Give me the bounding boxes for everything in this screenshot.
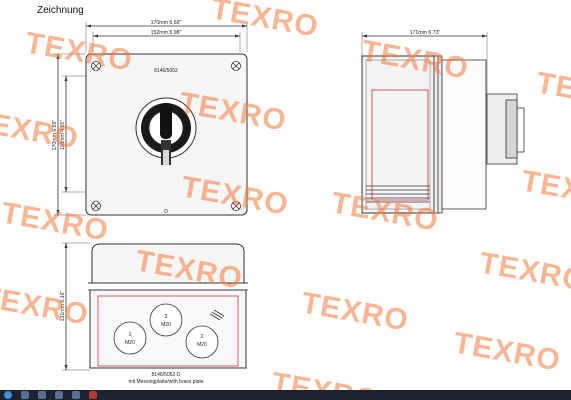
watermark: TEXRO [0,280,91,331]
watermark: TEXRO [209,0,321,44]
watermark: TEXRO [519,164,571,215]
dim-outer-width: 170mm 6.69" [151,20,182,26]
cable-gland-icon [149,303,183,337]
gland-number: 2 [201,334,204,340]
start-icon[interactable] [4,391,12,399]
taskbar [0,390,571,400]
front-model-label: 8146/5052 [154,68,178,74]
explorer-icon[interactable] [55,391,63,399]
media-icon[interactable] [38,391,46,399]
caption-note: mit Messingplatte/with brass plate [128,379,203,385]
side-knob-icon [486,93,525,165]
corner-screw-icon [231,61,241,71]
watermark: TEXRO [23,26,135,77]
watermark: TEXRO [299,286,411,337]
gland-number: 1 [129,332,132,338]
gland-number: 3 [165,314,168,320]
folder-icon[interactable] [72,391,80,399]
watermark: TEXRO [477,246,571,297]
gland-size: M20 [125,340,135,346]
watermark: TEXRO [451,326,563,377]
caption-model: 8146/5052-D [152,372,181,378]
switch-position-mark: D [164,209,168,215]
watermark: TEXRO [534,66,571,117]
gland-size: M20 [197,342,207,348]
browser-icon[interactable] [21,391,29,399]
technical-drawing: 170mm 6.69" 152mm 5.98" 170mm 6.69" 118m… [0,0,571,390]
watermark: TEXRO [0,104,81,155]
app-icon[interactable] [89,391,97,399]
dim-depth: 171mm 6.73" [410,30,441,36]
watermark: TEXRO [269,366,381,390]
cable-gland-icon [113,321,147,355]
dim-inner-width: 152mm 5.98" [151,30,182,36]
corner-screw-icon [91,201,101,211]
gland-size: M20 [161,322,171,328]
